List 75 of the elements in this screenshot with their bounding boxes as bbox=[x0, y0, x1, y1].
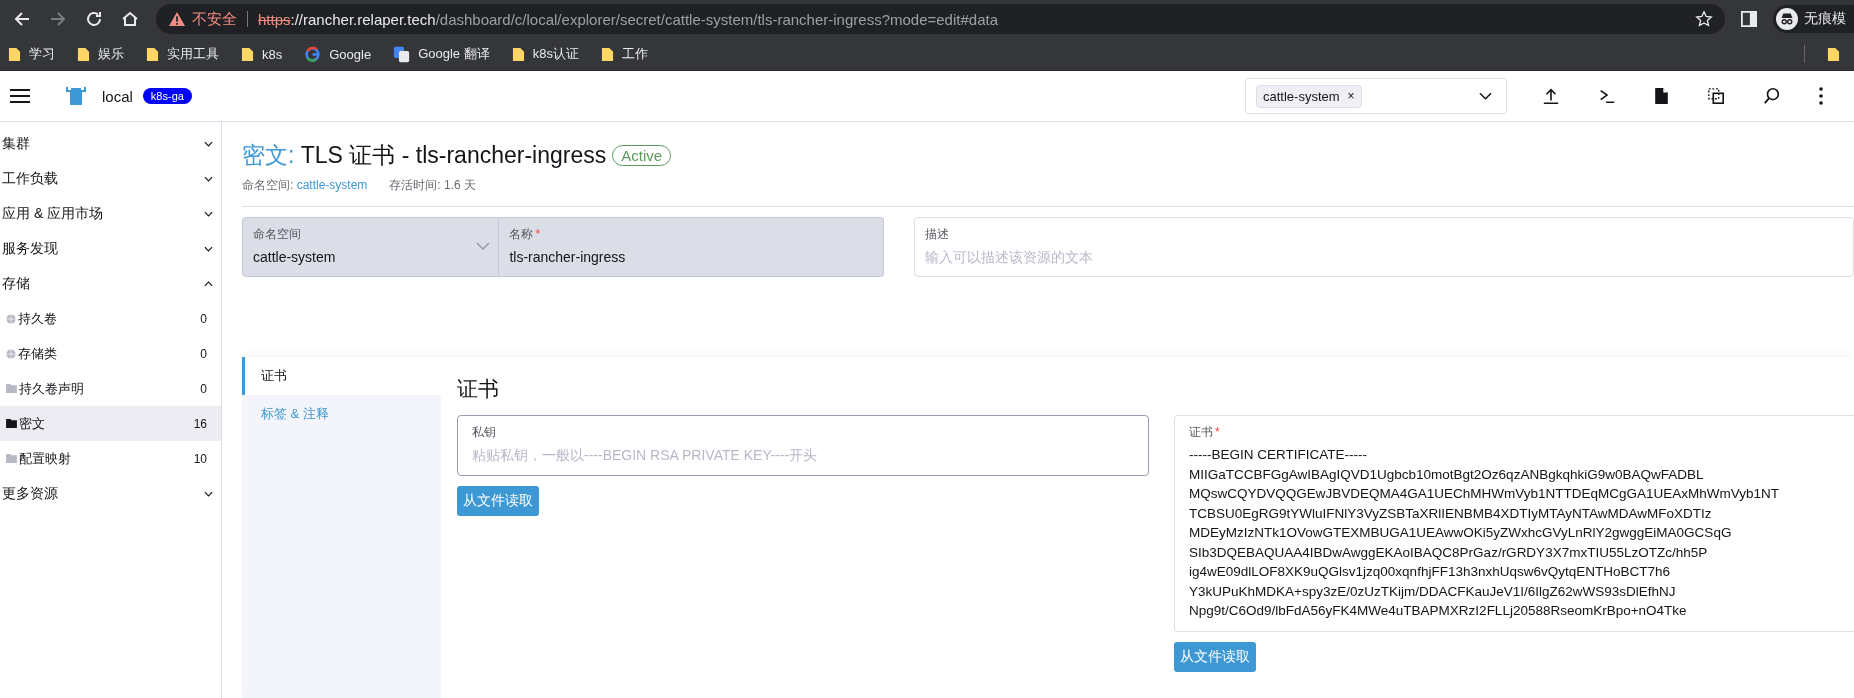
description-field[interactable]: 描述 输入可以描述该资源的文本 bbox=[914, 217, 1854, 277]
folder-icon[interactable] bbox=[1827, 46, 1840, 62]
cluster-name: local bbox=[102, 87, 133, 105]
google-logo-icon bbox=[304, 45, 322, 63]
bookmark[interactable]: 娱乐 bbox=[77, 45, 124, 63]
folder-icon bbox=[146, 46, 159, 62]
page-title: 密文: TLS 证书 - tls-rancher-ingress bbox=[242, 141, 607, 170]
nav-item[interactable]: 持久卷声明 0 bbox=[0, 371, 221, 406]
menu-icon[interactable] bbox=[10, 88, 30, 104]
version-badge: k8s-ga bbox=[142, 88, 192, 104]
translate-icon bbox=[393, 45, 411, 63]
namespace-info: 命名空间: cattle-system bbox=[242, 177, 368, 194]
search-icon[interactable] bbox=[1763, 87, 1781, 105]
namespace-chip: cattle-system × bbox=[1256, 84, 1362, 108]
bookmark[interactable]: 实用工具 bbox=[146, 45, 219, 63]
certificate-field[interactable]: 证书 * -----BEGIN CERTIFICATE----- MIIGaTCCBFGgAwIBAgIQVD1Ugbcb10motBgt2Oz6qzANBgkqhkiG9w0BAQwFADBL MQswCQYDVQQGEwJBVDEQMA4GA1UEChMHWmVyb1NTTDEqMCgGA1UEAxMhWmVyb1NT TCBSU0EgRG9tYWluIFNlY3VyZSBTaXRlIENBMB4XDTIyMTAyNTAwMDAwMFoXDTIz MDEyMzIzNTk1OVowGTEXMBUGA1UEAwwOKi5yZWxhcGVyLnRlY2gwggEiMA0GCSqG SIb3DQEBAQUAA4IBDwAwggEKAoIBAQC8PrGaz/rGRDY3X7mxTIU55LzOTZc/hh5P ig4wE09dlLOF8XK9uQGlsv1jzq00xqnfhjFF13h3nxhUqsw6vQytqENTHoBCT7h6 Y3kUPuKhMDKA+spy3zE/0zUzTKijm/DDACFKauJeV1I/6IlgZ62wWS93sDlEfhNJ Npg9t/C6Od9/lbFdA56yFK4MWe4uTBAPMXRzI2FLLj20588RseomKrBpo+nO4Tke bbox=[1174, 415, 1854, 632]
nav-item[interactable]: 存储类 0 bbox=[0, 336, 221, 371]
bookmark[interactable]: 工作 bbox=[600, 45, 648, 63]
nav-group[interactable]: 服务发现 bbox=[0, 231, 221, 266]
chevron-down-icon bbox=[1479, 92, 1492, 100]
nav-group[interactable]: 工作负载 bbox=[0, 161, 221, 196]
chevron-icon bbox=[204, 175, 213, 182]
more-options-icon[interactable] bbox=[1819, 87, 1823, 105]
incognito-profile-button[interactable]: 无痕模 bbox=[1773, 5, 1854, 33]
star-icon[interactable] bbox=[1695, 10, 1713, 28]
address-bar[interactable]: 不安全 https://rancher.relaper.tech/dashboard/c/local/explorer/secret/cattle-system/tls-rancher-ingress?mode=edit#data bbox=[156, 4, 1725, 34]
tab[interactable]: 证书 bbox=[242, 357, 441, 395]
warning-icon bbox=[168, 11, 186, 27]
not-secure-label: 不安全 bbox=[192, 9, 237, 29]
folder-icon bbox=[77, 46, 90, 62]
bookmark[interactable]: k8s bbox=[241, 46, 283, 62]
chevron-icon bbox=[204, 210, 213, 217]
bookmark[interactable]: Google bbox=[304, 45, 372, 63]
folder-icon bbox=[600, 46, 614, 62]
chevron-icon bbox=[204, 245, 213, 252]
folder-icon bbox=[8, 46, 21, 62]
section-heading: 证书 bbox=[457, 376, 500, 402]
name-field[interactable]: 名称 * tls-rancher-ingress bbox=[499, 217, 884, 277]
bookmark[interactable]: 学习 bbox=[8, 45, 55, 63]
nav-group[interactable]: 更多资源 bbox=[0, 476, 221, 511]
folder-icon bbox=[6, 384, 17, 393]
age-info: 存活时间: 1.6 天 bbox=[389, 177, 477, 194]
bookmark[interactable]: Google 翻译 bbox=[393, 45, 490, 63]
nav-item[interactable]: 密文 16 bbox=[0, 406, 221, 441]
private-key-input[interactable]: 粘贴私钥，一般以----BEGIN RSA PRIVATE KEY----开头 bbox=[472, 447, 1134, 463]
namespace-select[interactable]: 命名空间 cattle-system bbox=[242, 217, 500, 277]
nav-group[interactable]: 存储 bbox=[0, 266, 221, 301]
chevron-icon bbox=[204, 280, 213, 287]
folder-icon bbox=[511, 46, 525, 62]
side-panel-icon[interactable] bbox=[1741, 11, 1757, 27]
nav-group[interactable]: 集群 bbox=[0, 126, 221, 161]
nav-item[interactable]: 持久卷 0 bbox=[0, 301, 221, 336]
bookmark[interactable]: k8s认证 bbox=[511, 45, 579, 63]
upload-icon[interactable] bbox=[1542, 87, 1560, 105]
globe-icon bbox=[6, 313, 16, 324]
folder-icon bbox=[241, 46, 254, 62]
nav-group[interactable]: 应用 & 应用市场 bbox=[0, 196, 221, 231]
namespace-filter[interactable]: cattle-system × bbox=[1245, 78, 1507, 114]
chevron-icon bbox=[204, 490, 213, 497]
folder-icon bbox=[6, 454, 17, 463]
incognito-icon bbox=[1776, 8, 1798, 30]
reload-icon[interactable] bbox=[84, 9, 104, 29]
remove-chip-icon[interactable]: × bbox=[1347, 88, 1355, 104]
folder-icon bbox=[6, 419, 17, 428]
copy-icon[interactable] bbox=[1707, 87, 1725, 105]
nav-item[interactable]: 配置映射 10 bbox=[0, 441, 221, 476]
terminal-icon[interactable] bbox=[1598, 87, 1616, 105]
globe-icon bbox=[6, 348, 16, 359]
url-text: https://rancher.relaper.tech/dashboard/c/local/explorer/secret/cattle-system/tls-rancher-ingress?mode=edit#data bbox=[258, 10, 998, 28]
chevron-down-icon bbox=[476, 242, 491, 250]
private-key-field[interactable]: 私钥 粘贴私钥，一般以----BEGIN RSA PRIVATE KEY----开头 bbox=[457, 415, 1149, 476]
chevron-icon bbox=[204, 140, 213, 147]
home-icon[interactable] bbox=[120, 9, 140, 29]
description-input[interactable]: 输入可以描述该资源的文本 bbox=[925, 249, 1843, 265]
file-icon[interactable] bbox=[1654, 87, 1669, 105]
